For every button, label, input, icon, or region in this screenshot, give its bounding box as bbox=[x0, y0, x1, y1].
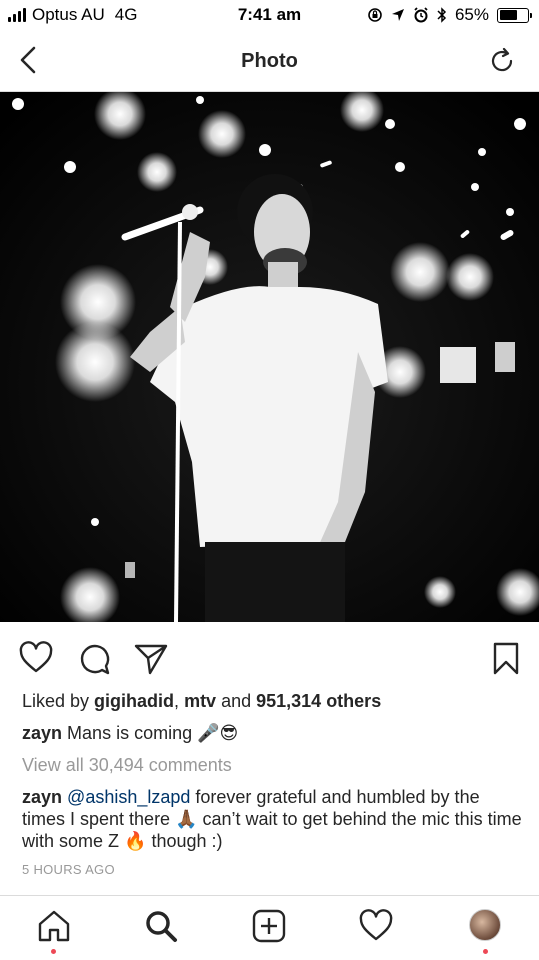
likes-line: Liked by gigihadid, mtv and 951,314 othe… bbox=[22, 690, 522, 712]
comment-icon[interactable] bbox=[76, 640, 112, 676]
bluetooth-icon bbox=[437, 7, 447, 23]
alarm-icon bbox=[414, 7, 428, 23]
concert-photo-image bbox=[0, 92, 539, 622]
post-photo[interactable] bbox=[0, 92, 539, 622]
page-title: Photo bbox=[241, 50, 298, 72]
refresh-icon[interactable] bbox=[487, 46, 517, 76]
view-all-comments-link[interactable]: View all 30,494 comments bbox=[22, 754, 522, 776]
comment-mention[interactable]: @ashish_lzapd bbox=[67, 787, 190, 807]
bottom-tab-bar bbox=[0, 895, 539, 960]
fire-emoji-icon: 🔥 bbox=[124, 831, 147, 851]
comment-text-3: though :) bbox=[146, 831, 223, 851]
search-icon[interactable] bbox=[143, 908, 179, 944]
nav-header: Photo bbox=[0, 30, 539, 92]
likes-and: and bbox=[216, 691, 257, 711]
liker-gigihadid[interactable]: gigihadid bbox=[94, 691, 174, 711]
post-actions bbox=[0, 636, 539, 680]
status-bar: Optus AU 4G 7:41 am 65% bbox=[0, 0, 539, 30]
battery-fill bbox=[499, 10, 518, 20]
sunglasses-emoji-icon: 😎 bbox=[219, 723, 239, 743]
bookmark-icon[interactable] bbox=[488, 640, 524, 676]
likes-prefix: Liked by bbox=[22, 691, 95, 711]
heart-icon[interactable] bbox=[18, 640, 54, 676]
activity-heart-icon[interactable] bbox=[358, 908, 394, 944]
profile-notification-dot bbox=[483, 949, 488, 954]
comment-username[interactable]: zayn bbox=[22, 787, 62, 807]
caption-text: Mans is coming bbox=[67, 723, 193, 743]
status-bar-right: 65% bbox=[367, 5, 532, 25]
battery-percent: 65% bbox=[454, 5, 489, 24]
location-icon bbox=[391, 9, 404, 21]
new-post-icon[interactable] bbox=[251, 908, 287, 944]
caption: zayn Mans is coming 🎤😎 bbox=[22, 722, 522, 744]
post-timestamp: 5 HOURS AGO bbox=[22, 862, 115, 877]
liker-mtv[interactable]: mtv bbox=[184, 691, 216, 711]
rotation-lock-icon bbox=[368, 8, 382, 22]
share-icon[interactable] bbox=[133, 640, 169, 676]
home-notification-dot bbox=[51, 949, 56, 954]
likes-count[interactable]: 951,314 others bbox=[256, 691, 381, 711]
comment: zayn @ashish_lzapd forever grateful and … bbox=[22, 786, 522, 852]
praying-hands-emoji-icon: 🙏🏾 bbox=[175, 809, 198, 829]
home-icon[interactable] bbox=[36, 908, 72, 944]
likes-sep: , bbox=[174, 691, 185, 711]
microphone-emoji-icon: 🎤 bbox=[197, 723, 220, 743]
caption-username[interactable]: zayn bbox=[22, 723, 62, 743]
battery-icon bbox=[497, 7, 532, 23]
profile-avatar[interactable] bbox=[469, 909, 501, 941]
